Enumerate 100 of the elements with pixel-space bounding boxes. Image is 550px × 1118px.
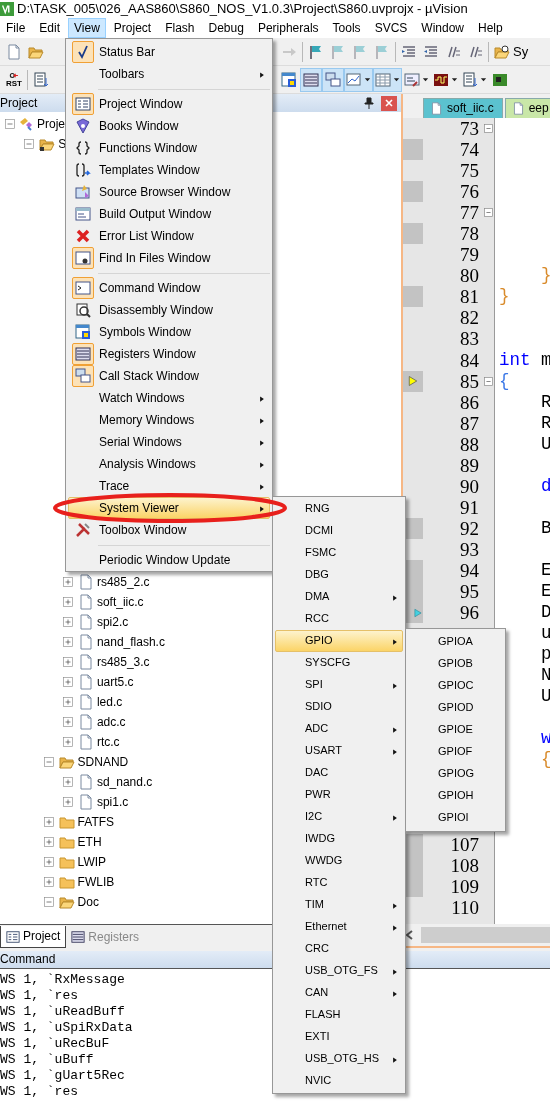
tree-item[interactable]: uart5.c — [96, 674, 134, 690]
menu-item[interactable]: NVIC — [275, 1070, 403, 1092]
tree-item[interactable]: spi1.c — [96, 794, 129, 810]
menu-item[interactable]: Symbols Window — [68, 321, 270, 343]
menu-item[interactable]: Analysis Windows — [68, 453, 270, 475]
menu-item[interactable]: GPIOF — [408, 741, 503, 763]
tree-item[interactable]: spi2.c — [96, 614, 129, 630]
expand-icon[interactable] — [62, 597, 73, 607]
tree-item[interactable]: S — [58, 136, 67, 152]
menu-item[interactable]: Flash — [159, 17, 201, 39]
menu-item[interactable]: RCC — [275, 608, 403, 630]
menu-item[interactable]: SVCS — [368, 17, 414, 39]
menu-item[interactable]: Call Stack Window — [68, 365, 270, 387]
menu-item[interactable]: Project — [107, 17, 158, 39]
menu-item[interactable]: IWDG — [275, 828, 403, 850]
menu-item[interactable]: Peripherals — [251, 17, 325, 39]
menu-item[interactable]: GPIOE — [408, 719, 503, 741]
expand-icon[interactable] — [43, 857, 54, 867]
expand-icon[interactable] — [62, 717, 73, 727]
tree-item[interactable]: FWLIB — [77, 874, 115, 890]
menu-item[interactable]: Trace — [68, 475, 270, 497]
menu-item[interactable]: USB_OTG_HS — [275, 1048, 403, 1070]
tree-item[interactable]: rs485_3.c — [96, 654, 150, 670]
menu-item[interactable]: File — [0, 17, 32, 39]
close-icon[interactable] — [381, 95, 397, 111]
tree-item[interactable]: FATFS — [77, 814, 115, 830]
menu-item[interactable]: Watch Windows — [68, 387, 270, 409]
expand-icon[interactable] — [43, 837, 54, 847]
collapse-icon[interactable] — [43, 757, 54, 767]
file-tab[interactable]: soft_iic.c — [423, 98, 503, 118]
expand-icon[interactable] — [62, 737, 73, 747]
menu-item[interactable]: Find In Files Window — [68, 247, 270, 269]
tree-item[interactable]: ETH — [77, 834, 102, 850]
menu-item[interactable]: Debug — [202, 17, 250, 39]
tree-item[interactable]: SDNAND — [77, 754, 129, 770]
menu-item[interactable]: Command Window — [68, 277, 270, 299]
tree-item[interactable]: led.c — [96, 694, 123, 710]
menu-item[interactable]: GPIOA — [408, 631, 503, 653]
menu-item[interactable]: TIM — [275, 894, 403, 916]
menu-item[interactable]: CAN — [275, 982, 403, 1004]
menu-item[interactable]: Functions Window — [68, 137, 270, 159]
tree-item[interactable]: soft_iic.c — [96, 594, 144, 610]
menu-item[interactable]: Edit — [33, 17, 67, 39]
menu-item[interactable]: PWR — [275, 784, 403, 806]
menu-item[interactable]: GPIO — [275, 630, 403, 652]
menu-item[interactable]: Templates Window — [68, 159, 270, 181]
menu-item[interactable]: FSMC — [275, 542, 403, 564]
menu-item[interactable]: GPIOC — [408, 675, 503, 697]
expand-icon[interactable] — [43, 877, 54, 887]
tree-item[interactable]: nand_flash.c — [96, 634, 165, 650]
expand-icon[interactable] — [62, 777, 73, 787]
expand-icon[interactable] — [43, 817, 54, 827]
menu-item[interactable]: DBG — [275, 564, 403, 586]
menu-item[interactable]: Registers Window — [68, 343, 270, 365]
tree-item[interactable]: Doc — [77, 894, 99, 910]
collapse-icon[interactable] — [482, 123, 494, 134]
menu-item[interactable]: Error List Window — [68, 225, 270, 247]
collapse-icon[interactable] — [5, 119, 15, 129]
expand-icon[interactable] — [62, 697, 73, 707]
tree-item[interactable]: sd_nand.c — [96, 774, 153, 790]
tree-item[interactable]: Proje — [37, 116, 65, 132]
menu-item[interactable]: GPIOB — [408, 653, 503, 675]
menu-item[interactable]: DAC — [275, 762, 403, 784]
menu-item[interactable]: Tools — [326, 17, 367, 39]
expand-icon[interactable] — [62, 657, 73, 667]
menu-item[interactable]: View — [68, 17, 106, 39]
pane-tab[interactable]: Project — [0, 926, 67, 948]
tree-item[interactable]: rtc.c — [96, 734, 120, 750]
collapse-icon[interactable] — [482, 375, 494, 387]
tree-item[interactable]: rs485_2.c — [96, 574, 150, 590]
collapse-icon[interactable] — [24, 139, 35, 149]
menu-item[interactable]: GPIOI — [408, 807, 503, 829]
menu-item[interactable]: Status Bar — [68, 41, 270, 63]
menu-item[interactable]: DMA — [275, 586, 403, 608]
menu-item[interactable]: SPI — [275, 674, 403, 696]
menu-item[interactable]: DCMI — [275, 520, 403, 542]
reset-button[interactable]: RST — [3, 67, 25, 92]
expand-icon[interactable] — [62, 797, 73, 807]
menu-item[interactable]: SYSCFG — [275, 652, 403, 674]
menu-item[interactable]: USART — [275, 740, 403, 762]
expand-icon[interactable] — [62, 637, 73, 647]
collapse-icon[interactable] — [43, 897, 54, 907]
toolbar-label[interactable]: Sy — [513, 43, 529, 60]
menu-item[interactable]: EXTI — [275, 1026, 403, 1048]
file-tab[interactable]: eep — [504, 98, 550, 118]
collapse-icon[interactable] — [482, 207, 494, 219]
menu-item[interactable]: WWDG — [275, 850, 403, 872]
menu-item[interactable]: Help — [472, 17, 509, 39]
menu-item[interactable]: ADC — [275, 718, 403, 740]
tree-item[interactable]: LWIP — [77, 854, 107, 870]
menu-item[interactable]: Ethernet — [275, 916, 403, 938]
scrollbar-thumb[interactable] — [421, 927, 550, 943]
menu-item[interactable]: RTC — [275, 872, 403, 894]
menu-item[interactable]: Window — [415, 17, 470, 39]
pin-icon[interactable] — [361, 95, 377, 111]
menu-item[interactable]: FLASH — [275, 1004, 403, 1026]
expand-icon[interactable] — [62, 677, 73, 687]
expand-icon[interactable] — [62, 617, 73, 627]
menu-item[interactable]: GPIOG — [408, 763, 503, 785]
menu-item[interactable]: GPIOH — [408, 785, 503, 807]
